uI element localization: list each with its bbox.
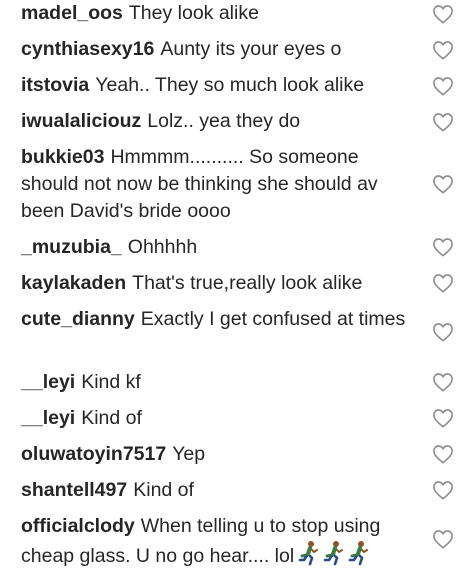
comment-username[interactable]: kaylakaden [21, 272, 126, 294]
like-heart-icon[interactable] [432, 444, 454, 464]
comment-item: oluwatoyin7517 Yep [21, 441, 421, 468]
emoji-group [298, 540, 373, 574]
comment-text: That's true,really look alike [132, 272, 363, 294]
comment-username[interactable]: __leyi [21, 371, 75, 393]
comment-text: Yep [172, 443, 206, 465]
comment-text: Kind kf [81, 371, 141, 393]
comment-item: __leyi Kind of [21, 405, 421, 432]
like-heart-icon[interactable] [432, 529, 454, 549]
comment-username[interactable]: __leyi [21, 407, 75, 429]
like-heart-icon[interactable] [432, 76, 454, 96]
comment-username[interactable]: madel_oos [21, 2, 123, 24]
comment-item: cute_dianny Exactly I get confused at tim… [21, 306, 421, 333]
like-heart-icon[interactable] [432, 237, 454, 257]
like-heart-icon[interactable] [432, 273, 454, 293]
like-heart-icon[interactable] [432, 372, 454, 392]
comment-username[interactable]: cynthiasexy16 [21, 38, 154, 60]
like-heart-icon[interactable] [432, 322, 454, 342]
person-running-icon [298, 540, 320, 566]
person-running-icon [348, 540, 370, 566]
like-heart-icon[interactable] [432, 174, 454, 194]
comment-text: Lolz.. yea they do [147, 110, 301, 132]
person-running-icon [323, 540, 345, 566]
comment-item: iwualaliciouz Lolz.. yea they do [21, 108, 421, 135]
comment-text: Exactly I get confused at times [140, 308, 406, 330]
comment-username[interactable]: oluwatoyin7517 [21, 443, 166, 465]
comment-text: Kind of [133, 479, 194, 501]
like-heart-icon[interactable] [432, 408, 454, 428]
comment-item: cynthiasexy16 Aunty its your eyes o [21, 36, 421, 63]
comment-item: officialclody When telling u to stop usin… [21, 513, 421, 574]
comment-username[interactable]: itstovia [21, 74, 89, 96]
comment-item: madel_oos They look alike [21, 0, 421, 27]
comment-username[interactable]: cute_dianny [21, 308, 135, 330]
comment-item: bukkie03 Hmmmm.......... So someone shoul… [21, 144, 421, 225]
comment-item: kaylakaden That's true,really look alike [21, 270, 421, 297]
comment-item: _muzubia_ Ohhhhh [21, 234, 421, 261]
comment-item: itstovia Yeah.. They so much look alike [21, 72, 421, 99]
like-heart-icon[interactable] [432, 112, 454, 132]
like-heart-icon[interactable] [432, 40, 454, 60]
comment-text: They look alike [128, 2, 259, 24]
like-heart-icon[interactable] [432, 480, 454, 500]
comment-item: shantell497 Kind of [21, 477, 421, 504]
comment-text: Kind of [81, 407, 142, 429]
comment-username[interactable]: officialclody [21, 515, 135, 537]
comment-username[interactable]: bukkie03 [21, 146, 104, 168]
comment-username[interactable]: iwualaliciouz [21, 110, 141, 132]
comment-item: __leyi Kind kf [21, 369, 421, 396]
comment-text: Ohhhhh [127, 236, 198, 258]
comment-text: Yeah.. They so much look alike [95, 74, 365, 96]
comment-username[interactable]: _muzubia_ [21, 236, 122, 258]
like-heart-icon[interactable] [432, 4, 454, 24]
comment-text: Aunty its your eyes o [160, 38, 342, 60]
comment-username[interactable]: shantell497 [21, 479, 127, 501]
